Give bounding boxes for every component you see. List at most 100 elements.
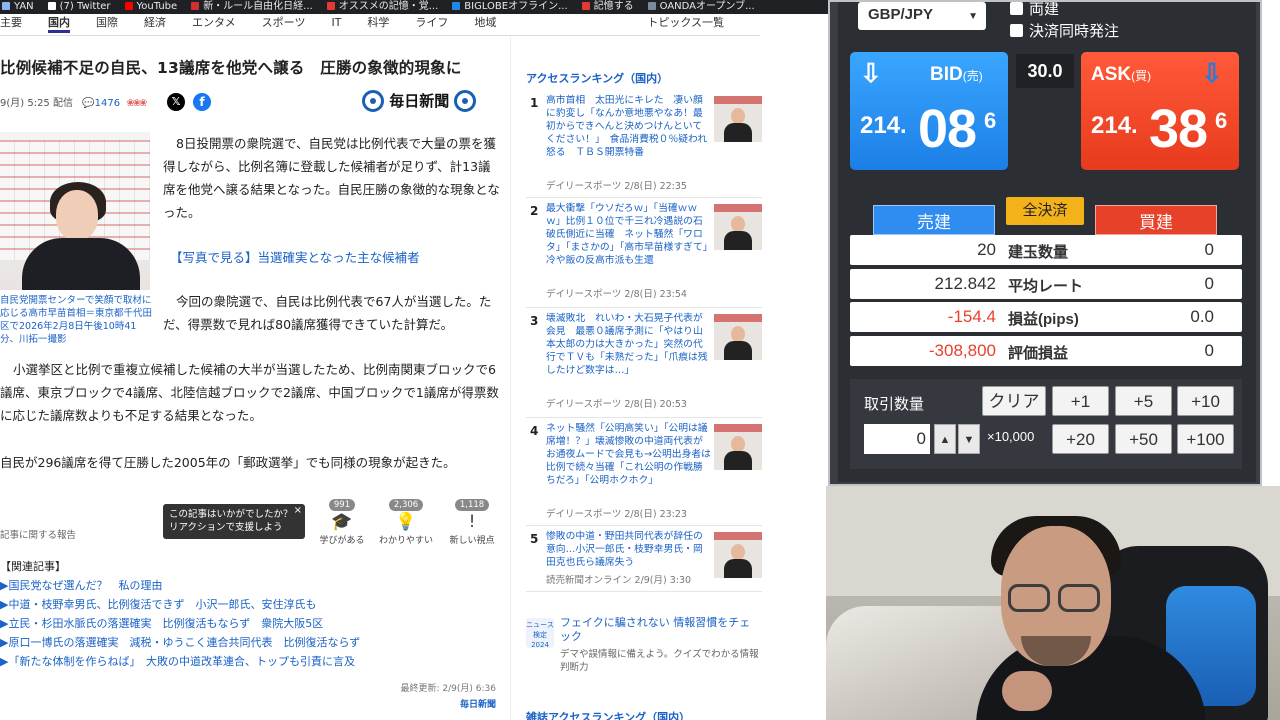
bookmark-favicon-icon	[452, 2, 461, 10]
related-article-link[interactable]: ▶国民党なぜ選んだ？ 私の理由	[0, 576, 360, 595]
reaction-new-view-button[interactable]: 1,118! 新しい視点	[442, 492, 502, 546]
plus-50-button[interactable]: +50	[1115, 424, 1172, 454]
thumb-band	[714, 314, 762, 322]
related-article-link[interactable]: ▶立民・杉田水脈氏の落選確実 比例復活もならず 衆院大阪5区	[0, 614, 360, 633]
bookmark-label: (7) Twitter	[59, 1, 111, 12]
lot-size-input[interactable]: 0	[864, 424, 930, 454]
rank-thumbnail[interactable]	[714, 204, 762, 250]
decrement-button[interactable]: ▼	[958, 424, 980, 454]
spread-value: 30.0	[1016, 54, 1074, 88]
related-article-link[interactable]: ▶中道・枝野幸男氏、比例復活できず 小沢一郎氏、安住淳氏も	[0, 595, 360, 614]
plus-5-button[interactable]: +5	[1115, 386, 1172, 416]
plus-100-button[interactable]: +100	[1177, 424, 1234, 454]
bookmark-favicon-icon	[47, 2, 56, 10]
report-link[interactable]: 記事に関する報告	[0, 527, 76, 541]
related-article-link[interactable]: ▶「新たな体制を作らねば」 大敗の中道改革連合、トップも引責に言及	[0, 652, 360, 671]
bid-sell-button[interactable]: ⇩ BID(売) 214. 08 6	[850, 52, 1008, 170]
category-nav: 主要 国内 国際 経済 エンタメ スポーツ IT 科学 ライフ 地域 トピックス一覧	[0, 14, 760, 36]
ask-text: ASK	[1091, 64, 1132, 85]
checkbox-box[interactable]	[1010, 2, 1023, 15]
rank-thumbnail[interactable]	[714, 96, 762, 142]
ask-buy-button[interactable]: ASK(買) ⇩ 214. 38 6	[1081, 52, 1239, 170]
publisher-logo[interactable]: 毎日新聞	[362, 90, 477, 112]
plus-1-button[interactable]: +1	[1052, 386, 1109, 416]
tab-category[interactable]: IT	[331, 16, 341, 29]
related-articles-list: ▶国民党なぜ選んだ？ 私の理由 ▶中道・枝野幸男氏、比例復活できず 小沢一郎氏、安…	[0, 576, 360, 671]
bookmark-item[interactable]: (7) Twitter	[46, 0, 111, 14]
bookmark-item[interactable]: YouTube	[123, 0, 178, 14]
ranking-item[interactable]: 1 高市首相 太田光にキレた 凄い顔に豹変し「なんか意地悪やなあ！最初からできへん…	[526, 94, 762, 198]
rank-headline[interactable]: 惨敗の中道・野田共同代表が辞任の意向…小沢一郎氏・枝野幸男氏・岡田克也氏ら議席失…	[546, 530, 711, 569]
tab-category[interactable]: 国際	[96, 14, 118, 30]
checkbox-box[interactable]	[1010, 24, 1023, 37]
bookmark-label: BIGLOBEオフライン...	[464, 1, 568, 12]
bookmark-item[interactable]: 新・ルール自由化日経...	[189, 0, 313, 14]
clear-button[interactable]: クリア	[982, 386, 1046, 416]
ranking-item[interactable]: 2 最大衝撃「ウソだろｗ」「当確ｗｗｗ」比例１０位で千三れ冷遇説の石破氏側近に当確…	[526, 202, 762, 308]
increment-button[interactable]: ▲	[934, 424, 956, 454]
reaction-label: わかりやすい	[378, 536, 433, 546]
bookmark-favicon-icon	[191, 2, 200, 10]
tooltip-close-button[interactable]: ×	[294, 504, 302, 517]
comment-count-link[interactable]: 💬1476	[82, 98, 120, 109]
photo-gallery-link[interactable]: 【写真で見る】当選確実となった主な候補者	[170, 246, 500, 269]
tab-category[interactable]: 経済	[144, 14, 166, 30]
bookmarks-bar: YAN (7) Twitter YouTube 新・ルール自由化日経... オススメの記…	[0, 0, 828, 14]
ranking-item[interactable]: 3 壊滅敗北 れいわ・大石晃子代表が会見 最悪０議席予測に「やはり山本太郎の力は大…	[526, 312, 762, 418]
rank-thumbnail[interactable]	[714, 424, 762, 470]
thumb-face	[731, 326, 745, 342]
rank-thumbnail[interactable]	[714, 532, 762, 578]
valuation-pnl-row: -308,800 評価損益 0	[850, 336, 1242, 366]
rank-headline[interactable]: 壊滅敗北 れいわ・大石晃子代表が会見 最悪０議席予測に「やはり山本太郎の力は大き…	[546, 312, 711, 377]
reaction-learned-button[interactable]: 991 🎓 学びがある	[312, 492, 372, 546]
topics-list-link[interactable]: トピックス一覧	[647, 14, 724, 30]
magazine-ranking-title: 雑誌アクセスランキング（国内）	[526, 711, 691, 720]
tab-buy-positions[interactable]: 買建	[1095, 205, 1217, 235]
tab-category[interactable]: 科学	[367, 14, 389, 30]
average-rate-row: 212.842 平均レート 0	[850, 269, 1242, 299]
news-quiz-promo[interactable]: ニュース検定 2024 フェイクに騙されない 情報習慣をチェック デマや誤情報に…	[526, 608, 762, 678]
close-all-button[interactable]: 全決済	[1006, 197, 1084, 225]
tab-category[interactable]: ライフ	[415, 14, 448, 30]
tab-category[interactable]: 国内	[48, 14, 70, 33]
tab-category[interactable]: 主要	[0, 14, 22, 30]
tab-category[interactable]: スポーツ	[262, 14, 306, 30]
share-facebook-button[interactable]: f	[193, 93, 211, 111]
ranking-item[interactable]: 5 惨敗の中道・野田共同代表が辞任の意向…小沢一郎氏・枝野幸男氏・岡田克也氏ら議席…	[526, 530, 762, 592]
row-label: 平均レート	[1008, 278, 1084, 295]
news-quiz-headline[interactable]: フェイクに騙されない 情報習慣をチェック	[560, 616, 760, 644]
updated-source-link[interactable]: 毎日新聞	[460, 697, 496, 710]
ranking-item[interactable]: 4 ネット騒然「公明高笑い」「公明は議席増！？」壊滅惨敗の中道両代表がお通夜ムード…	[526, 422, 762, 526]
bookmark-label: YouTube	[136, 1, 178, 12]
bookmark-item[interactable]: オススメの記憶・覚...	[325, 0, 438, 14]
article-photo[interactable]	[0, 132, 150, 290]
bookmark-item[interactable]: YAN	[0, 0, 34, 14]
plus-10-button[interactable]: +10	[1177, 386, 1234, 416]
bookmark-item[interactable]: OANDAオープンブ...	[646, 0, 755, 14]
tab-category[interactable]: エンタメ	[192, 14, 236, 30]
currency-pair-select[interactable]: GBP/JPY ▼	[858, 2, 986, 30]
tab-sell-positions[interactable]: 売建	[873, 205, 995, 235]
paragraph-text: 小選挙区と比例で重複立候補した候補の大半が当選したため、比例南関東ブロックで6議…	[0, 362, 499, 423]
plus-20-button[interactable]: +20	[1052, 424, 1109, 454]
bookmark-favicon-icon	[326, 2, 335, 10]
share-x-button[interactable]: 𝕏	[167, 93, 185, 111]
rank-thumbnail[interactable]	[714, 314, 762, 360]
comment-count: 1476	[94, 98, 121, 109]
rank-source: デイリースポーツ 2/8(日) 20:53	[546, 399, 687, 410]
reaction-clear-button[interactable]: 2,306 💡 わかりやすい	[376, 492, 436, 546]
related-article-link[interactable]: ▶原口一博氏の落選確実 減税・ゆうこく連合共同代表 比例復活ならず	[0, 633, 360, 652]
rank-headline[interactable]: 最大衝撃「ウソだろｗ」「当確ｗｗｗ」比例１０位で千三れ冷遇説の石破氏側近に当確 …	[546, 202, 711, 267]
currency-pair-value: GBP/JPY	[868, 6, 934, 23]
screen: { "bookmarks": [ {"label": "YAN", "color…	[0, 0, 1280, 720]
lot-size-area: 取引数量 クリア +1 +5 +10 0 ▲ ▼ ×10,000 +20 +50…	[850, 379, 1242, 469]
thumb-body	[724, 231, 752, 250]
rank-headline[interactable]: 高市首相 太田光にキレた 凄い顔に豹変し「なんか意地悪やなあ！最初からできへんと…	[546, 94, 711, 159]
tab-category[interactable]: 地域	[474, 14, 496, 30]
hedge-checkbox[interactable]: 両建	[1010, 2, 1059, 19]
bookmark-item[interactable]: BIGLOBEオフライン...	[450, 0, 568, 14]
reaction-count: 2,306	[388, 499, 424, 511]
settle-order-checkbox[interactable]: 決済同時発注	[1010, 20, 1119, 41]
bookmark-item[interactable]: 記憶する	[580, 0, 634, 14]
rank-headline[interactable]: ネット騒然「公明高笑い」「公明は議席増！？」壊滅惨敗の中道両代表がお通夜ムードで…	[546, 422, 711, 487]
